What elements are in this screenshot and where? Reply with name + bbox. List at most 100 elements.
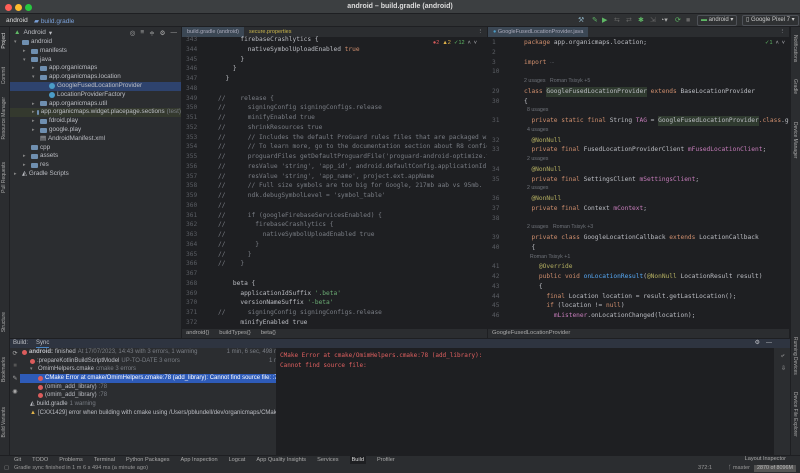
status-message[interactable]: Gradle sync finished in 1 m 6 s 494 ms (… [14, 464, 148, 473]
tool-window-build-variants[interactable]: Build Variants [1, 407, 7, 437]
sync-gradle-icon[interactable]: ⟳ [675, 16, 681, 25]
tool-window-app-quality-insights[interactable]: App Quality Insights [256, 456, 306, 464]
git-branch[interactable]: ᚴ master [728, 464, 750, 473]
build-tree-item[interactable]: :prepareKotlinBuildScriptModel UP-TO-DATE… [20, 357, 286, 366]
tree-item[interactable]: ▾ android [10, 38, 181, 47]
tool-window-python-packages[interactable]: Python Packages [126, 456, 170, 464]
tool-window-project[interactable]: Project [1, 33, 7, 49]
stop-icon[interactable]: ■ [686, 16, 690, 25]
tool-window-app-inspection[interactable]: App Inspection [181, 456, 218, 464]
tool-window-notifications[interactable]: Notifications [792, 35, 798, 62]
gear-icon[interactable]: ⚙ [160, 29, 166, 37]
device-select[interactable]: ▯ Google Pixel 7 ▾ [742, 15, 799, 26]
tree-item[interactable]: ▸ manifests [10, 47, 181, 56]
tool-window-build[interactable]: Build [349, 456, 367, 464]
tool-window-gradle[interactable]: Gradle [792, 79, 798, 94]
tool-window-logcat[interactable]: Logcat [229, 456, 246, 464]
breadcrumb-android[interactable]: android{} [186, 329, 209, 338]
more-tabs-icon[interactable]: ⋮ [780, 27, 790, 37]
build-tree-item[interactable]: (omim_add_library):78 [20, 383, 286, 392]
tool-window-pull-requests[interactable]: Pull Requests [1, 162, 7, 193]
pin-icon[interactable]: ✎ [12, 375, 17, 382]
tree-item[interactable]: ▸ fdroid.play [10, 117, 181, 126]
tool-window-git[interactable]: Git [14, 456, 21, 464]
gear-icon[interactable]: ⚙ [755, 339, 760, 348]
apply-changes-icon[interactable]: ⇆ [614, 16, 620, 25]
run-icon[interactable]: ▶ [602, 16, 607, 25]
build-tree-item[interactable]: android: finished At 17/07/2023, 14:43 wit… [20, 348, 286, 357]
chevron-right-icon[interactable]: ▸ [14, 170, 20, 179]
caret-position[interactable]: 372:1 [698, 464, 712, 473]
tool-window-terminal[interactable]: Terminal [94, 456, 115, 464]
chevron-down-icon[interactable]: ▾ [14, 38, 20, 47]
tool-window-problems[interactable]: Problems [59, 456, 83, 464]
tree-item[interactable]: cpp [10, 144, 181, 153]
build-tree-item[interactable]: ▾ OmimHelpers.cmake cmake 3 errors [20, 365, 286, 374]
tree-item[interactable]: ▸ res [10, 161, 181, 170]
breadcrumb-buildtypes[interactable]: buildTypes{} [219, 329, 251, 338]
run-config-select[interactable]: ▬ android ▾ [697, 15, 738, 26]
scroll-to-end-icon[interactable]: ⇩ [781, 365, 786, 372]
chevron-right-icon[interactable]: ▸ [23, 161, 29, 170]
expand-all-icon[interactable]: ≡ [140, 29, 144, 37]
tool-window-device-file-explorer[interactable]: Device File Explorer [792, 392, 798, 437]
locate-icon[interactable]: ◎ [130, 29, 136, 37]
tool-window-structure[interactable]: Structure [1, 312, 7, 332]
tree-item[interactable]: ▸ assets [10, 152, 181, 161]
tool-window-commit[interactable]: Commit [1, 67, 7, 84]
chevron-down-icon[interactable]: ▾ [23, 56, 29, 65]
chevron-up-icon[interactable]: ˄ [776, 40, 779, 46]
memory-indicator[interactable]: 2870 of 8096M [754, 465, 796, 472]
tool-window-resource-manager[interactable]: Resource Manager [1, 97, 7, 140]
code-area-right[interactable]: 1 package app.organicmaps.location; 2 3 impo… [488, 38, 789, 328]
build-hammer-icon[interactable]: ✎ [592, 16, 598, 25]
hide-icon[interactable]: — [171, 29, 178, 37]
tree-item[interactable]: ▸ ◭ Gradle Scripts [10, 170, 181, 179]
make-icon[interactable]: ⚒ [578, 16, 584, 25]
build-console[interactable]: CMake Error at cmake/OmimHelpers.cmake:7… [276, 348, 774, 456]
tree-item[interactable]: ▸ app.organicmaps.widget.placepage.sectio… [10, 108, 181, 118]
build-tree-item[interactable]: ◭ build.gradle 1 warning [20, 400, 286, 409]
chevron-right-icon[interactable]: ▸ [32, 117, 38, 126]
tree-item[interactable]: ▸ app.organicmaps.util [10, 100, 181, 109]
stop-icon[interactable]: ■ [13, 363, 17, 369]
tool-window-running-devices[interactable]: Running Devices [792, 337, 798, 375]
tree-item[interactable]: ▸ app.organicmaps [10, 64, 181, 73]
chevron-up-icon[interactable]: ˄ [468, 40, 471, 46]
build-tree-item[interactable]: CMake Error at cmake/OmimHelpers.cmake:7… [20, 374, 286, 383]
tool-window-device-manager[interactable]: Device Manager [792, 122, 798, 158]
chevron-right-icon[interactable]: ▸ [32, 64, 38, 73]
build-tree-item[interactable]: ▲ [CXX1429] error when building with cmak… [20, 409, 286, 418]
soft-wrap-icon[interactable]: ⤶ [781, 353, 786, 360]
project-view-select[interactable]: Android [23, 29, 45, 36]
attach-debugger-icon[interactable]: ⇲ [650, 16, 656, 25]
chevron-right-icon[interactable]: ▸ [32, 108, 35, 117]
hide-icon[interactable]: — [766, 339, 772, 348]
layout-inspector-button[interactable]: Layout Inspector [745, 456, 786, 462]
chevron-right-icon[interactable]: ▸ [32, 100, 38, 109]
profile-icon[interactable]: ◔▾ [660, 16, 668, 25]
status-icon[interactable]: ▢ [4, 464, 9, 473]
tool-window-todo[interactable]: TODO [32, 456, 48, 464]
breadcrumb-class[interactable]: GoogleFusedLocationProvider [492, 330, 570, 336]
tool-window-bookmarks[interactable]: Bookmarks [1, 357, 7, 382]
chevron-down-icon[interactable]: ˅ [474, 40, 477, 46]
inspection-widget[interactable]: ●2 ▲2 ✓12 ˄ ˅ [433, 40, 477, 46]
tree-item[interactable]: LocationProviderFactory [10, 91, 181, 100]
collapse-all-icon[interactable]: ≑ [149, 29, 154, 37]
chevron-down-icon[interactable]: ▾ [32, 73, 38, 82]
tab-sync[interactable]: Sync [36, 339, 50, 348]
code-area[interactable]: 343 firebaseCrashlytics {344 nativeSymbo… [182, 35, 487, 328]
chevron-right-icon[interactable]: ▸ [23, 152, 29, 161]
build-tree-item[interactable]: (omim_add_library):78 [20, 391, 286, 400]
chevron-down-icon[interactable]: ▾ [30, 365, 36, 374]
tree-item[interactable]: ▾ java [10, 56, 181, 65]
apply-code-changes-icon[interactable]: ⇄ [626, 16, 632, 25]
tree-item[interactable]: ▾ app.organicmaps.location [10, 73, 181, 82]
tool-window-services[interactable]: Services [317, 456, 338, 464]
tool-window-profiler[interactable]: Profiler [377, 456, 395, 464]
chevron-down-icon[interactable]: ▾ [49, 29, 52, 37]
breadcrumb-project[interactable]: android [6, 17, 28, 24]
breadcrumb-file[interactable]: ▰ build.gradle [34, 17, 74, 25]
tree-item[interactable]: ▤ AndroidManifest.xml [10, 135, 181, 144]
